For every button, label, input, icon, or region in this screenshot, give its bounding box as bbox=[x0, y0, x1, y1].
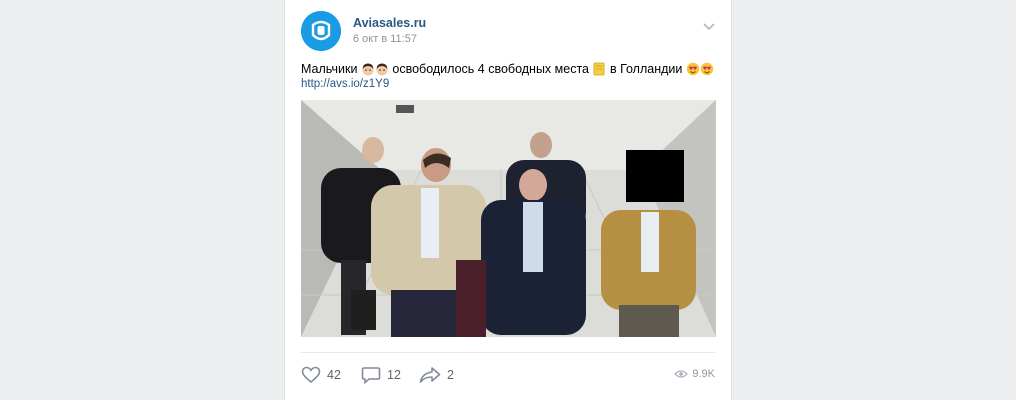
comment-button[interactable]: 12 bbox=[361, 366, 401, 384]
share-icon bbox=[419, 367, 441, 383]
post-text-part: в Голландии bbox=[609, 62, 683, 76]
post-photo[interactable] bbox=[301, 100, 716, 337]
heart-eyes-emoji-icon bbox=[686, 62, 700, 76]
wall-post: Aviasales.ru 6 окт в 11:57 Мальчики осво… bbox=[284, 0, 732, 400]
post-date[interactable]: 6 окт в 11:57 bbox=[353, 33, 417, 45]
ticket-emoji-icon bbox=[594, 62, 605, 76]
aviasales-logo-icon bbox=[301, 11, 341, 51]
man-face-emoji-icon bbox=[376, 63, 388, 76]
divider bbox=[301, 352, 715, 353]
chevron-down-icon[interactable] bbox=[701, 20, 717, 32]
post-text-part: освободилось 4 свободных места bbox=[392, 62, 589, 76]
like-button[interactable]: 42 bbox=[301, 366, 341, 384]
post-text: Мальчики освободилось 4 свободных места … bbox=[301, 61, 721, 77]
heart-icon bbox=[301, 366, 321, 384]
views-count: 9.9K bbox=[692, 368, 715, 380]
comments-count: 12 bbox=[387, 368, 401, 382]
post-text-part: Мальчики bbox=[301, 62, 358, 76]
man-face-emoji-icon bbox=[362, 63, 374, 76]
heart-eyes-emoji-icon bbox=[700, 62, 714, 76]
eye-icon bbox=[674, 370, 689, 378]
post-author[interactable]: Aviasales.ru bbox=[353, 16, 426, 30]
share-button[interactable]: 2 bbox=[419, 366, 454, 384]
views-counter: 9.9K bbox=[674, 368, 715, 380]
avatar[interactable] bbox=[301, 11, 341, 51]
post-link[interactable]: http://avs.io/z1Y9 bbox=[301, 78, 389, 90]
likes-count: 42 bbox=[327, 368, 341, 382]
shares-count: 2 bbox=[447, 368, 454, 382]
comment-icon bbox=[361, 367, 381, 384]
